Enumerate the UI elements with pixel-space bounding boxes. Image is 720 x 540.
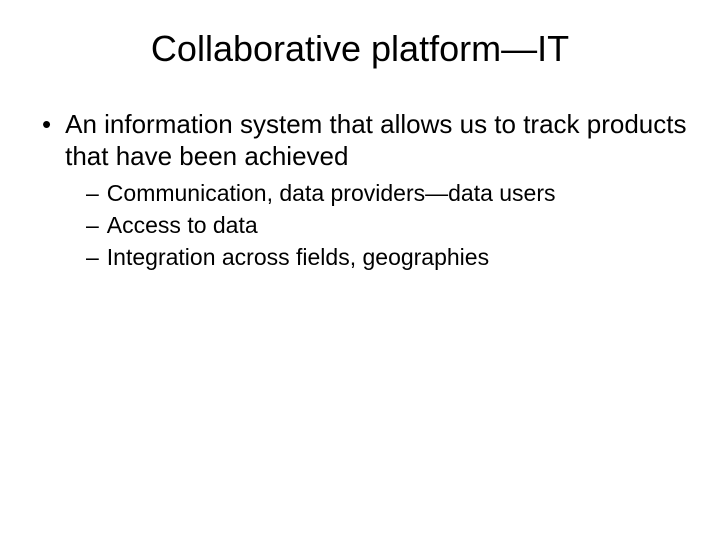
sub-bullet-item: – Communication, data providers—data use… — [86, 178, 690, 208]
sub-bullet-marker: – — [86, 210, 99, 240]
sub-bullet-marker: – — [86, 242, 99, 272]
sub-bullet-list: – Communication, data providers—data use… — [38, 178, 690, 272]
sub-bullet-marker: – — [86, 178, 99, 208]
sub-bullet-item: – Integration across fields, geographies — [86, 242, 690, 272]
bullet-item: • An information system that allows us t… — [38, 108, 690, 172]
slide-content: • An information system that allows us t… — [30, 108, 690, 272]
bullet-marker: • — [42, 108, 51, 140]
sub-bullet-item: – Access to data — [86, 210, 690, 240]
sub-bullet-text: Communication, data providers—data users — [107, 178, 556, 208]
sub-bullet-text: Access to data — [107, 210, 258, 240]
slide-title: Collaborative platform—IT — [30, 28, 690, 70]
slide-container: Collaborative platform—IT • An informati… — [0, 0, 720, 540]
sub-bullet-text: Integration across fields, geographies — [107, 242, 489, 272]
bullet-text: An information system that allows us to … — [65, 108, 690, 172]
